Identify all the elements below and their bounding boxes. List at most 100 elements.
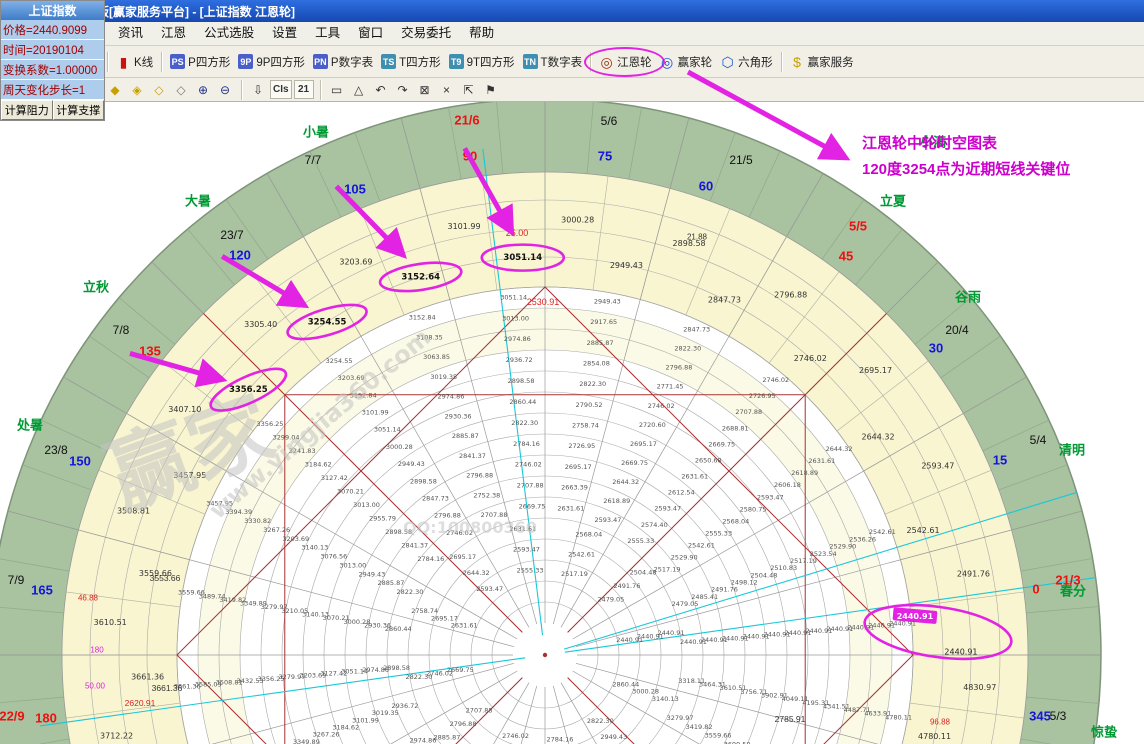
diamond-outline-icon[interactable]: ◇ (149, 80, 169, 99)
svg-text:2847.73: 2847.73 (708, 295, 741, 304)
svg-text:3712.22: 3712.22 (100, 731, 133, 740)
svg-text:2784.16: 2784.16 (417, 555, 444, 563)
svg-text:2669.75: 2669.75 (708, 440, 735, 448)
kline-icon: ▮ (116, 55, 131, 69)
svg-text:2796.88: 2796.88 (450, 720, 477, 728)
toolbar-p-square-label: P四方形 (188, 54, 230, 70)
calc-support-button[interactable]: 计算支撑 (53, 100, 105, 120)
svg-text:2517.19: 2517.19 (654, 566, 681, 574)
menu-公式选股[interactable]: 公式选股 (195, 22, 263, 45)
svg-text:2517.19: 2517.19 (561, 570, 588, 578)
svg-text:2542.61: 2542.61 (907, 526, 940, 535)
svg-text:2440.91: 2440.91 (658, 629, 685, 637)
svg-text:3000.28: 3000.28 (386, 443, 413, 451)
drawbar-separator (320, 80, 321, 100)
toolbar-9p-square-button[interactable]: 9P9P四方形 (234, 52, 309, 72)
svg-text:2542.61: 2542.61 (869, 528, 896, 536)
svg-text:3070.21: 3070.21 (337, 488, 364, 496)
svg-text:3063.85: 3063.85 (423, 353, 450, 361)
t-table-icon: TN (523, 54, 538, 69)
toolbar-kline-button[interactable]: ▮K线 (112, 52, 157, 72)
toolbar-separator (781, 52, 782, 72)
svg-text:2822.30: 2822.30 (587, 717, 614, 725)
toolbar-winner-wheel-button[interactable]: ◎赢家轮 (656, 52, 717, 72)
svg-text:2847.73: 2847.73 (422, 495, 449, 503)
menu-工具[interactable]: 工具 (306, 22, 349, 45)
toolbar-winner-service-label: 赢家服务 (808, 54, 854, 70)
svg-text:2568.04: 2568.04 (722, 517, 749, 525)
flag-tool-icon[interactable]: ⚑ (481, 80, 501, 99)
panel-param-row-1: 时间=20190104 (1, 40, 104, 60)
svg-text:2974.86: 2974.86 (410, 736, 437, 744)
svg-text:2695.17: 2695.17 (565, 463, 592, 471)
svg-text:2593.47: 2593.47 (921, 461, 954, 470)
svg-text:2955.79: 2955.79 (369, 515, 396, 523)
toolbar-hexagon-button[interactable]: ⬡六角形 (716, 52, 777, 72)
diamond-plain-icon[interactable]: ◇ (171, 80, 191, 99)
svg-text:2746.02: 2746.02 (515, 461, 542, 469)
svg-text:3419.82: 3419.82 (686, 723, 713, 731)
menu-江恩[interactable]: 江恩 (152, 22, 195, 45)
svg-text:3000.28: 3000.28 (561, 216, 594, 225)
gann-annotation: 江恩轮中轮时空图表 120度3254点为近期短线关键位 (862, 131, 1070, 183)
rotate-cw-icon[interactable]: ↷ (393, 80, 413, 99)
calendar-21-icon[interactable]: 21 (294, 80, 314, 99)
cis-tool-icon[interactable]: CIs (270, 80, 292, 99)
svg-text:2631.61: 2631.61 (681, 473, 708, 481)
p-table-icon: PN (313, 54, 328, 69)
zoom-out-icon[interactable]: ⊖ (215, 80, 235, 99)
menu-帮助[interactable]: 帮助 (460, 22, 503, 45)
svg-text:3267.26: 3267.26 (263, 526, 290, 534)
menu-资讯[interactable]: 资讯 (109, 22, 152, 45)
svg-text:2758.74: 2758.74 (572, 422, 599, 430)
svg-text:2593.47: 2593.47 (757, 493, 784, 501)
gann-wheel-chart[interactable]: 2491.76 2542.61 2593.47 2644.32 2695.17 2746.… (0, 102, 1144, 744)
delete-tool-icon[interactable]: × (437, 80, 457, 99)
drop-marker-icon[interactable]: ⇩ (248, 80, 268, 99)
svg-text:2695.17: 2695.17 (630, 440, 657, 448)
svg-text:2885.87: 2885.87 (434, 733, 461, 741)
zoom-in-icon[interactable]: ⊕ (193, 80, 213, 99)
svg-text:3013.00: 3013.00 (353, 501, 380, 509)
svg-text:3051.14: 3051.14 (500, 293, 527, 301)
toolbar-p-table-button[interactable]: PNP数字表 (309, 52, 377, 72)
svg-text:2491.76: 2491.76 (614, 582, 641, 590)
move-tool-icon[interactable]: ⇱ (459, 80, 479, 99)
toolbar-gann-wheel-label: 江恩轮 (617, 54, 652, 70)
diamond-half-icon[interactable]: ◈ (127, 80, 147, 99)
toolbar-winner-service-button[interactable]: $赢家服务 (786, 52, 858, 72)
svg-text:2574.40: 2574.40 (641, 521, 668, 529)
toolbar-hexagon-label: 六角形 (738, 54, 773, 70)
toolbar-p-square-button[interactable]: PSP四方形 (166, 52, 234, 72)
svg-text:2841.37: 2841.37 (459, 452, 486, 460)
rotate-ccw-icon[interactable]: ↶ (371, 80, 391, 99)
svg-text:2784.16: 2784.16 (513, 440, 540, 448)
rect-tool-icon[interactable]: ▭ (327, 80, 347, 99)
svg-text:2644.32: 2644.32 (463, 569, 490, 577)
svg-text:2491.76: 2491.76 (957, 570, 990, 579)
toolbar-t-square-button[interactable]: TST四方形 (377, 52, 445, 72)
toolbar-9t-square-button[interactable]: T99T四方形 (445, 52, 519, 72)
t-square-icon: TS (381, 54, 396, 69)
diamond-solid-icon[interactable]: ◆ (105, 80, 125, 99)
svg-text:2440.91: 2440.91 (944, 647, 977, 656)
parameter-panel: 上证指数 价格=2440.9099时间=20190104变换系数=1.00000… (0, 0, 105, 121)
toolbar-t-table-button[interactable]: TNT数字表 (519, 52, 587, 72)
svg-text:3559.66: 3559.66 (178, 589, 205, 597)
drawbar-separator (241, 80, 242, 100)
svg-text:2752.38: 2752.38 (473, 491, 500, 499)
menu-窗口[interactable]: 窗口 (349, 22, 392, 45)
svg-text:2885.87: 2885.87 (587, 339, 614, 347)
toolbar-gann-wheel-button[interactable]: ◎江恩轮 (595, 52, 656, 72)
svg-text:2847.73: 2847.73 (683, 326, 710, 334)
menu-交易委托[interactable]: 交易委托 (392, 22, 460, 45)
svg-text:2822.30: 2822.30 (397, 588, 424, 596)
svg-text:2485.41: 2485.41 (691, 593, 718, 601)
erase-box-icon[interactable]: ⊠ (415, 80, 435, 99)
calc-resistance-button[interactable]: 计算阻力 (1, 100, 53, 120)
svg-text:2510.83: 2510.83 (770, 564, 797, 572)
svg-text:2593.47: 2593.47 (476, 585, 503, 593)
key-level-3051.14: 3051.14 (503, 253, 542, 263)
triangle-tool-icon[interactable]: △ (349, 80, 369, 99)
menu-设置[interactable]: 设置 (263, 22, 306, 45)
